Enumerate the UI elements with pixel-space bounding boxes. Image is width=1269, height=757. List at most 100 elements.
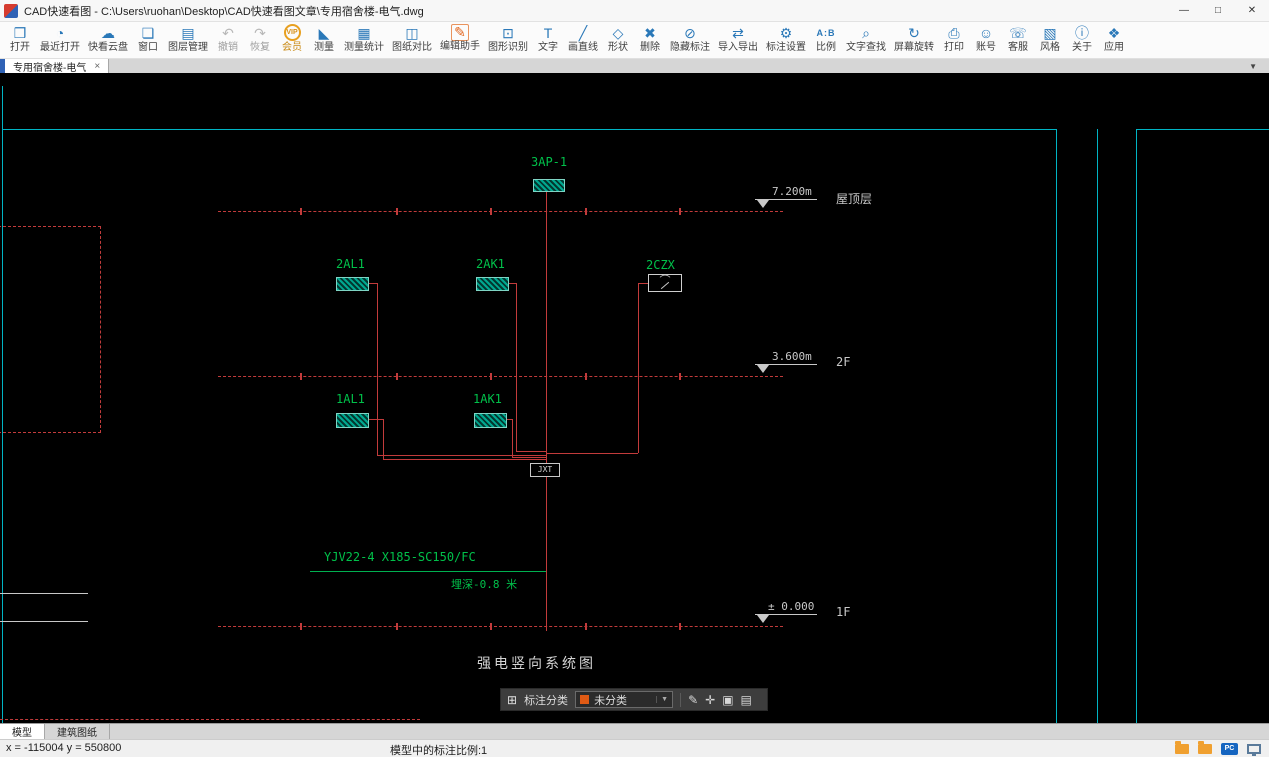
- scale-button[interactable]: A:B 比例: [810, 24, 842, 57]
- shapes-icon: ◇: [613, 24, 624, 42]
- screen-rotate-button[interactable]: ↻ 屏幕旋转: [890, 24, 938, 57]
- open-button[interactable]: ❒ 打开: [4, 24, 36, 57]
- account-button[interactable]: ☺ 账号: [970, 24, 1002, 57]
- measure-stats-button[interactable]: ▦ 测量统计: [340, 24, 388, 57]
- level-triangle-icon: [757, 200, 769, 208]
- hide-annotation-button[interactable]: ⊘ 隐藏标注: [666, 24, 714, 57]
- cable-depth-label: 埋深-0.8 米: [451, 576, 517, 592]
- apps-icon: ❖: [1108, 24, 1121, 42]
- shape-button[interactable]: ◇ 形状: [602, 24, 634, 57]
- minimize-button[interactable]: —: [1167, 0, 1201, 22]
- level-elevation: 3.600m: [772, 350, 812, 363]
- level-triangle-icon: [757, 615, 769, 623]
- move-annotation-icon[interactable]: ✛: [705, 693, 715, 707]
- cursor-coordinates: x = -115004 y = 550800: [6, 742, 121, 754]
- ruler-icon: ◣: [319, 24, 330, 42]
- drawing-title: 强电竖向系统图: [477, 653, 596, 673]
- section-tick: [585, 623, 587, 630]
- document-tab[interactable]: 专用宿舍楼-电气 ×: [5, 59, 109, 73]
- window-title: CAD快速看图 - C:\Users\ruohan\Desktop\CAD快速看…: [24, 3, 1167, 19]
- import-export-button[interactable]: ⇄ 导入导出: [714, 24, 762, 57]
- gear-icon: ⚙: [780, 24, 793, 42]
- maximize-button[interactable]: □: [1201, 0, 1235, 22]
- search-icon: ⌕: [862, 24, 870, 42]
- category-dropdown-value: 未分类: [594, 692, 651, 708]
- annotation-settings-button[interactable]: ⚙ 标注设置: [762, 24, 810, 57]
- drawing-compare-button[interactable]: ◫ 图纸对比: [388, 24, 436, 57]
- wire-segment: [638, 283, 648, 284]
- section-tick: [585, 373, 587, 380]
- folder-icon[interactable]: [1175, 744, 1189, 754]
- wire-segment: [638, 283, 639, 453]
- undo-button[interactable]: ↶ 撤销: [212, 24, 244, 57]
- wire-segment: [546, 453, 638, 454]
- window-button[interactable]: ❏ 窗口: [132, 24, 164, 57]
- document-tab-bar: 专用宿舍楼-电气 × ▼: [0, 59, 1269, 73]
- section-tick: [300, 373, 302, 380]
- sheet-tab-architectural[interactable]: 建筑图纸: [45, 724, 110, 739]
- pc-sync-icon[interactable]: PC: [1221, 743, 1238, 755]
- riser-wire: [546, 192, 547, 463]
- headset-icon: ☏: [1009, 24, 1027, 42]
- level-elevation: ± 0.000: [768, 600, 814, 613]
- section-tick: [396, 373, 398, 380]
- panel-box-3ap-1: [533, 179, 565, 192]
- panel-label: 2AK1: [476, 257, 505, 271]
- wire-segment: [383, 419, 384, 459]
- category-dropdown[interactable]: 未分类 ▼: [575, 691, 673, 708]
- category-grid-icon[interactable]: ⊞: [507, 694, 517, 706]
- section-tick: [679, 623, 681, 630]
- text-search-button[interactable]: ⌕ 文字查找: [842, 24, 890, 57]
- draw-line-button[interactable]: ╱ 画直线: [564, 24, 602, 57]
- section-tick: [490, 208, 492, 215]
- section-tick: [300, 623, 302, 630]
- level-elevation: 7.200m: [772, 185, 812, 198]
- about-button[interactable]: ⓘ 关于: [1066, 24, 1098, 57]
- style-button[interactable]: ▧ 风格: [1034, 24, 1066, 57]
- chevron-down-icon: ▼: [1249, 62, 1257, 71]
- panel-label: 2AL1: [336, 257, 365, 271]
- wire-segment: [369, 283, 377, 284]
- edit-annotation-icon[interactable]: ✎: [688, 693, 698, 707]
- text-button[interactable]: T 文字: [532, 24, 564, 57]
- theme-icon: ▧: [1043, 24, 1056, 42]
- building-outline: [0, 226, 101, 433]
- sheet-tab-label: 建筑图纸: [57, 724, 97, 739]
- section-tick: [679, 373, 681, 380]
- scan-icon: ⊡: [502, 24, 514, 42]
- copy-annotation-icon[interactable]: ▣: [722, 693, 733, 707]
- level-name: 1F: [836, 605, 850, 619]
- close-button[interactable]: ✕: [1235, 0, 1269, 22]
- monitor-icon[interactable]: [1247, 744, 1261, 754]
- vip-member-button[interactable]: VIP 会员: [276, 24, 308, 57]
- sheet-tab-model[interactable]: 模型: [0, 724, 45, 739]
- level-name: 屋顶层: [836, 190, 872, 207]
- paste-annotation-icon[interactable]: ▤: [741, 693, 752, 707]
- toolbar-collapse-button[interactable]: ▼: [1249, 59, 1269, 73]
- cloud-icon: ☁: [101, 24, 115, 42]
- shape-recognition-button[interactable]: ⊡ 图形识别: [484, 24, 532, 57]
- hide-icon: ⊘: [684, 24, 696, 42]
- panel-label: 3AP-1: [531, 155, 567, 169]
- vip-badge-icon: VIP: [284, 24, 301, 41]
- drawing-canvas[interactable]: 3AP-1 2AL1 2AK1 2CZX ⌒ 1AL1 1AK1 JXT 7.2…: [0, 73, 1269, 723]
- recent-files-button[interactable]: ◔ 最近打开: [36, 24, 84, 57]
- customer-service-button[interactable]: ☏ 客服: [1002, 24, 1034, 57]
- layer-manager-button[interactable]: ▤ 图层管理: [164, 24, 212, 57]
- edit-assistant-button[interactable]: ✎ 编辑助手: [436, 24, 484, 57]
- folder-export-icon[interactable]: [1198, 744, 1212, 754]
- cloud-drive-button[interactable]: ☁ 快看云盘: [84, 24, 132, 57]
- tab-close-icon[interactable]: ×: [94, 61, 100, 72]
- delete-button[interactable]: ✖ 删除: [634, 24, 666, 57]
- print-button[interactable]: ⎙ 打印: [938, 24, 970, 57]
- partial-line: [0, 621, 88, 622]
- section-tick: [396, 208, 398, 215]
- window-icon: ❏: [142, 24, 155, 42]
- floor-line-bottom: [0, 719, 420, 720]
- meter-box-2czx: ⌒: [648, 274, 682, 292]
- redo-button[interactable]: ↷ 恢复: [244, 24, 276, 57]
- rotate-icon: ↻: [908, 24, 920, 42]
- layers-icon: ▤: [181, 24, 194, 42]
- measure-button[interactable]: ◣ 测量: [308, 24, 340, 57]
- apps-button[interactable]: ❖ 应用: [1098, 24, 1130, 57]
